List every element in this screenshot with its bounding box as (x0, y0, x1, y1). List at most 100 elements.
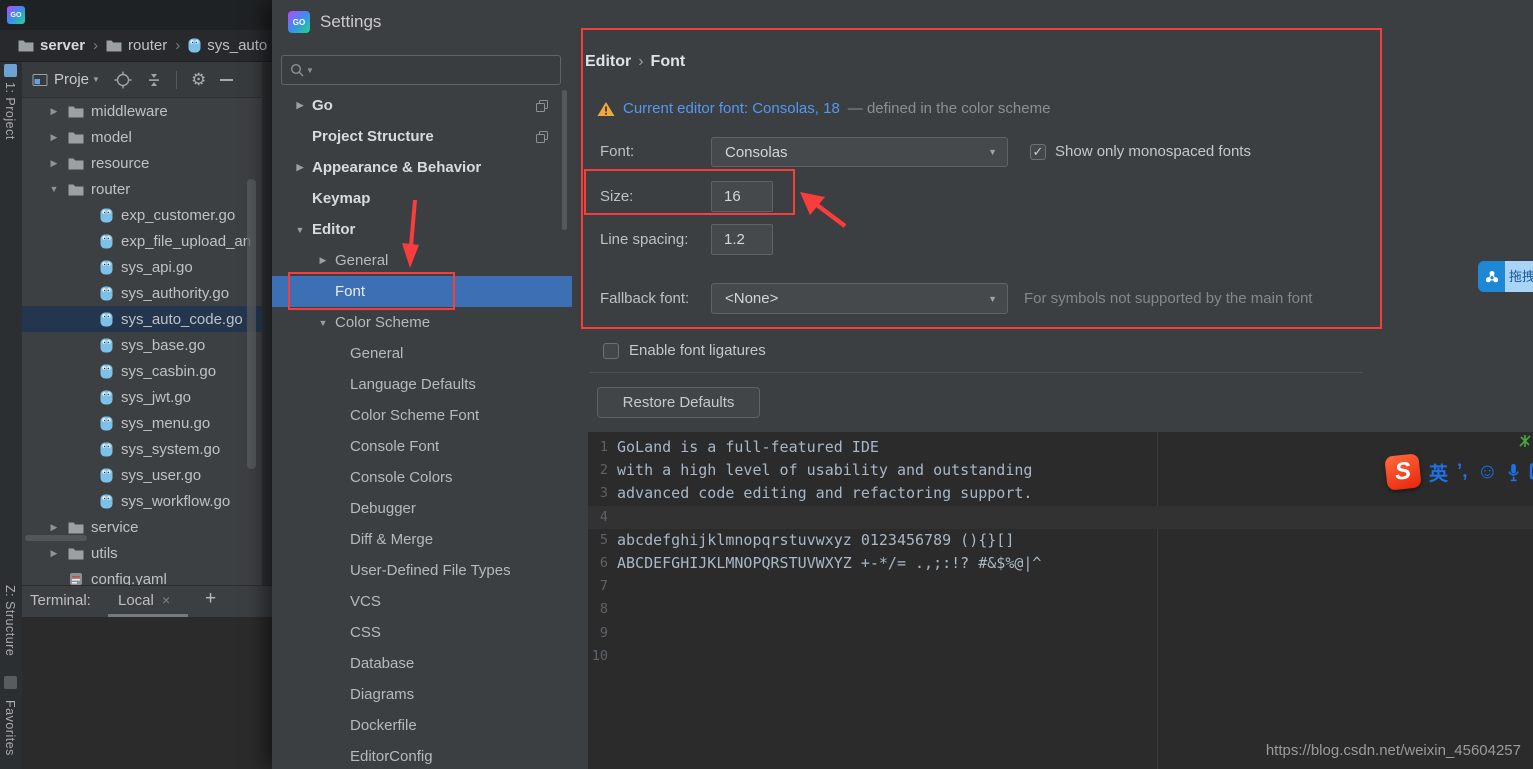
hide-panel-icon[interactable] (220, 78, 234, 81)
terminal-output[interactable] (22, 617, 272, 769)
settings-tree-item[interactable]: Console Colors (272, 462, 572, 493)
expand-arrow-icon[interactable]: ▶ (315, 255, 331, 266)
settings-tree-item[interactable]: ▶ Appearance & Behavior (272, 152, 572, 183)
line-spacing-field[interactable] (711, 224, 773, 255)
settings-tree-item[interactable]: CSS (272, 617, 572, 648)
project-level-badge-icon (536, 99, 548, 116)
project-panel-title[interactable]: Proje (54, 71, 89, 88)
ime-microphone-icon[interactable] (1507, 463, 1520, 482)
settings-tree-item[interactable]: Font (272, 276, 572, 307)
project-tree-item[interactable]: sys_casbin.go (22, 358, 262, 384)
settings-tree-item[interactable]: Database (272, 648, 572, 679)
settings-tree-item[interactable]: Keymap (272, 183, 572, 214)
line-spacing-label: Line spacing: (600, 231, 689, 248)
settings-tree-item[interactable]: Diff & Merge (272, 524, 572, 555)
expand-arrow-icon[interactable]: ▼ (315, 318, 331, 328)
item-label: Color Scheme (335, 314, 431, 331)
font-family-combobox[interactable]: Consolas ▼ (711, 137, 1008, 167)
project-tree-item[interactable]: ▶ model (22, 124, 262, 150)
search-input[interactable] (315, 62, 560, 78)
item-icon (98, 493, 114, 509)
item-icon (98, 389, 114, 405)
project-tree-item[interactable]: sys_workflow.go (22, 488, 262, 514)
item-icon (98, 233, 114, 249)
project-tree-item[interactable]: ▶ utils (22, 540, 262, 566)
project-tree-item[interactable]: sys_jwt.go (22, 384, 262, 410)
ime-keyboard-icon[interactable]: ⌨ (1529, 460, 1533, 485)
settings-tree-item[interactable]: ▶ General (272, 245, 572, 276)
settings-tree-scrollbar[interactable] (562, 90, 567, 230)
settings-search[interactable]: ▼ (281, 55, 561, 85)
project-tree-item[interactable]: sys_authority.go (22, 280, 262, 306)
settings-tree-item[interactable]: ▼ Color Scheme (272, 307, 572, 338)
project-tree-item[interactable]: sys_auto_code.go (22, 306, 262, 332)
settings-tree-item[interactable]: VCS (272, 586, 572, 617)
restore-defaults-button[interactable]: Restore Defaults (597, 387, 760, 418)
breadcrumb-item-router[interactable]: router (106, 37, 167, 54)
expand-arrow-icon[interactable]: ▶ (292, 162, 308, 173)
ime-punctuation-icon[interactable]: ’, (1457, 461, 1468, 483)
monospaced-checkbox[interactable]: ✓ (1030, 144, 1046, 160)
ime-emoji-icon[interactable]: ☺ (1477, 460, 1498, 484)
settings-tree-item[interactable]: ▼ Editor (272, 214, 572, 245)
close-icon[interactable]: × (162, 592, 170, 608)
current-font-link[interactable]: Current editor font: Consolas, 18 (623, 100, 840, 117)
expand-arrow-icon[interactable]: ▼ (292, 225, 308, 235)
project-tree-item[interactable]: ▼ router (22, 176, 262, 202)
preview-line: 6 ABCDEFGHIJKLMNOPQRSTUVWXYZ +-*/= .,;:!… (588, 552, 1533, 575)
locate-file-icon[interactable] (114, 71, 132, 89)
stripe-button-structure[interactable]: Z: Structure (3, 585, 17, 656)
stripe-button-favorites[interactable]: Favorites (3, 700, 17, 756)
settings-tree-item[interactable]: EditorConfig (272, 741, 572, 769)
go-file-icon (100, 468, 112, 482)
settings-tree-item[interactable]: Dockerfile (272, 710, 572, 741)
breadcrumb-item-server[interactable]: server (18, 37, 85, 54)
ime-language-mode[interactable]: 英 (1429, 459, 1448, 486)
settings-tree-item[interactable]: Color Scheme Font (272, 400, 572, 431)
project-tree-item[interactable]: sys_api.go (22, 254, 262, 280)
terminal-tab-local[interactable]: Local (118, 592, 154, 609)
monospaced-checkbox-label[interactable]: Show only monospaced fonts (1055, 137, 1251, 167)
ghost-line-number (262, 318, 272, 344)
project-tree-item[interactable]: exp_customer.go (22, 202, 262, 228)
collapse-all-icon[interactable] (146, 72, 162, 88)
settings-tree-item[interactable]: Diagrams (272, 679, 572, 710)
project-tree-item[interactable]: ▶ resource (22, 150, 262, 176)
settings-tree-item[interactable]: ▶ Go (272, 90, 572, 121)
settings-tree-item[interactable]: General (272, 338, 572, 369)
project-tree-item[interactable]: sys_system.go (22, 436, 262, 462)
settings-tree-item[interactable]: Project Structure (272, 121, 572, 152)
expand-arrow-icon[interactable]: ▶ (292, 100, 308, 111)
netdisk-drag-button[interactable]: 拖拽 (1478, 261, 1533, 292)
settings-tree-item[interactable]: Language Defaults (272, 369, 572, 400)
new-terminal-button[interactable]: + (205, 588, 216, 610)
chevron-down-icon: ▼ (92, 75, 100, 84)
ligatures-checkbox-label[interactable]: Enable font ligatures (629, 340, 766, 362)
expand-arrow-icon[interactable]: ▶ (46, 106, 62, 117)
project-tree-item[interactable]: ▶ middleware (22, 98, 262, 124)
project-tree-item[interactable]: config.yaml (22, 566, 262, 585)
settings-tree-item[interactable]: Debugger (272, 493, 572, 524)
expand-arrow-icon[interactable]: ▶ (46, 158, 62, 169)
project-tree-scrollbar[interactable] (247, 179, 256, 469)
project-tree-item[interactable]: sys_menu.go (22, 410, 262, 436)
settings-tree-item[interactable]: User-Defined File Types (272, 555, 572, 586)
settings-tree-item[interactable]: Console Font (272, 431, 572, 462)
project-tree-hscrollbar[interactable] (25, 535, 87, 541)
size-field[interactable] (711, 181, 773, 212)
expand-arrow-icon[interactable]: ▼ (46, 184, 62, 194)
sogou-logo-icon[interactable]: S (1384, 453, 1422, 491)
fallback-font-combobox[interactable]: <None> ▼ (711, 283, 1008, 314)
ligatures-checkbox[interactable] (603, 343, 619, 359)
item-label: Dockerfile (350, 717, 417, 734)
expand-arrow-icon[interactable]: ▶ (46, 548, 62, 559)
ghost-line-number (262, 422, 272, 448)
gear-icon[interactable]: ⚙ (191, 71, 206, 88)
project-tree-item[interactable]: sys_user.go (22, 462, 262, 488)
project-tree-item[interactable]: sys_base.go (22, 332, 262, 358)
expand-arrow-icon[interactable]: ▶ (46, 522, 62, 533)
expand-arrow-icon[interactable]: ▶ (46, 132, 62, 143)
stripe-button-project[interactable]: 1: Project (3, 82, 17, 140)
breadcrumb-item-file[interactable]: sys_auto (188, 37, 267, 54)
project-tree-item[interactable]: exp_file_upload_an (22, 228, 262, 254)
